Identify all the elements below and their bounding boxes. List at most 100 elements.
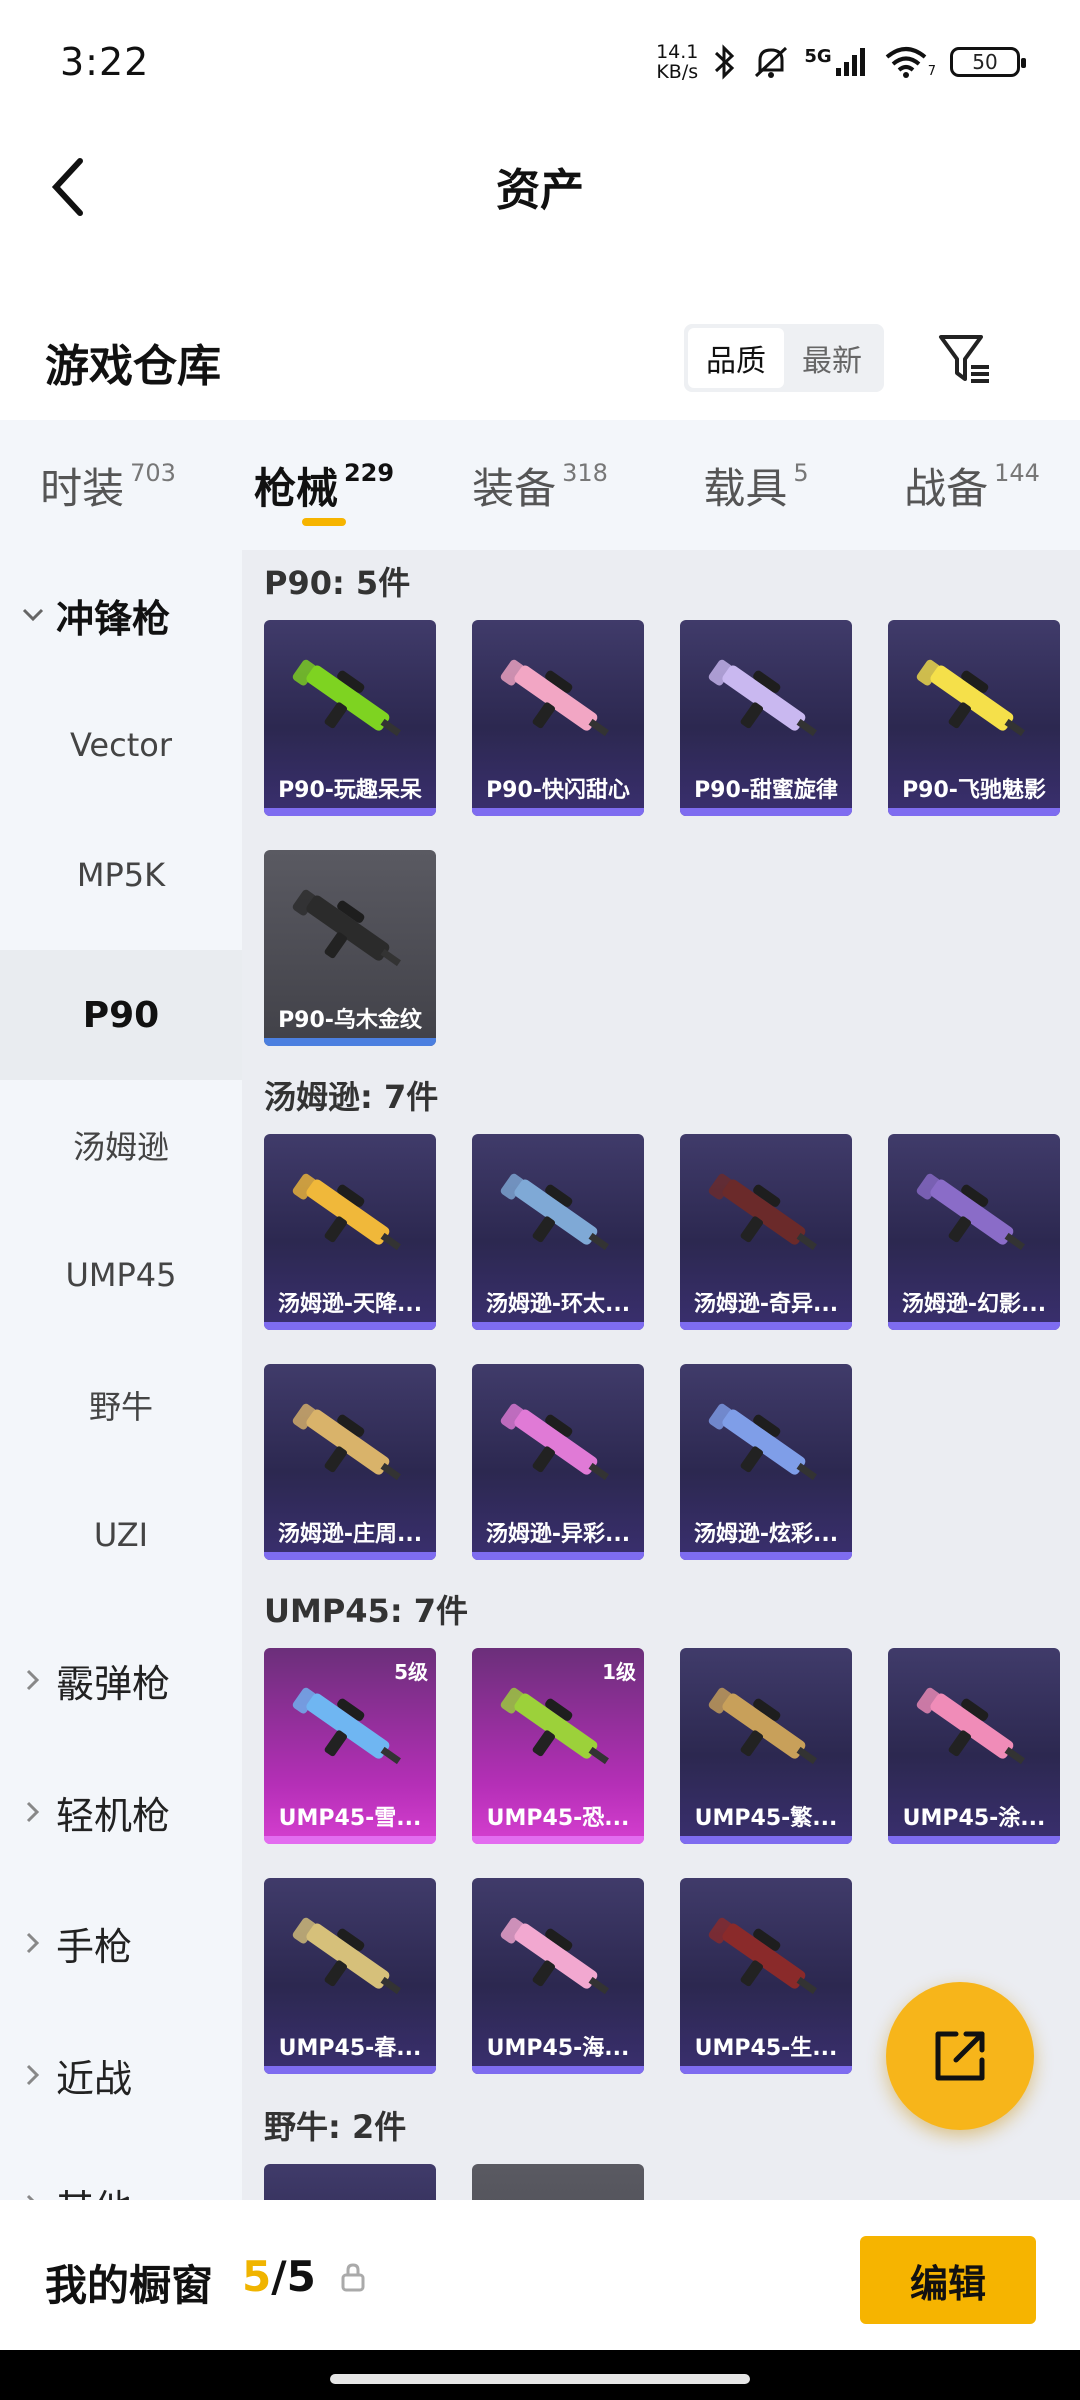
sidebar-category-melee[interactable]: 近战 (0, 2010, 242, 2140)
level-badge: 1级 (602, 1660, 636, 1684)
share-button[interactable] (886, 1982, 1034, 2130)
skin-name: UMP45-繁... (694, 1806, 838, 1831)
tab-tactical[interactable]: 战备 144 (864, 420, 1080, 550)
sidebar-category-lmg[interactable]: 轻机枪 (0, 1747, 242, 1877)
signal-icon: 5G (804, 46, 869, 78)
skin-name: P90-乌木金纹 (278, 1008, 422, 1033)
skin-name: 汤姆逊-环太... (485, 1292, 631, 1317)
sidebar-item-vector[interactable]: Vector (0, 680, 242, 810)
sidebar-item-mp5k[interactable]: MP5K (0, 810, 242, 940)
rarity-strip (264, 2066, 436, 2074)
sort-quality-option[interactable]: 品质 (688, 328, 784, 388)
weapon-skin-icon (916, 659, 1025, 737)
skin-card[interactable]: 汤姆逊-炫彩... (680, 1364, 852, 1560)
home-gesture-handle[interactable] (330, 2374, 750, 2384)
skin-card[interactable]: P90-快闪甜心 (472, 620, 644, 816)
weapon-skin-icon (500, 1917, 609, 1995)
net-speed: 14.1 KB/s (656, 41, 699, 83)
tab-vehicles[interactable]: 载具 5 (648, 420, 864, 550)
skin-card[interactable]: 汤姆逊-异彩... (472, 1364, 644, 1560)
page-title: 资产 (496, 165, 584, 216)
battery-icon: 50 (950, 47, 1026, 77)
skin-card[interactable]: 汤姆逊-奇异... (680, 1134, 852, 1330)
sidebar-category-shotgun[interactable]: 霰弹枪 (0, 1615, 242, 1745)
weapon-skin-icon (500, 1687, 609, 1765)
wifi-icon: 7 (884, 45, 936, 79)
weapon-skin-icon (916, 1173, 1025, 1251)
weapon-skin-icon (292, 1687, 401, 1765)
skin-card[interactable]: P90-甜蜜旋律 (680, 620, 852, 816)
status-icons: 14.1 KB/s 5G 7 50 (656, 38, 1026, 86)
rarity-strip (264, 808, 436, 816)
section-title-p90: P90: 5件 (264, 564, 411, 602)
chevron-right-icon (18, 2193, 48, 2200)
weapon-skin-icon (708, 1403, 817, 1481)
sidebar-category-pistol[interactable]: 手枪 (0, 1878, 242, 2008)
skin-card[interactable]: 1级 UMP45-恐... (472, 1648, 644, 1844)
sidebar-item-thompson[interactable]: 汤姆逊 (0, 1080, 242, 1210)
skin-name: 汤姆逊-天降... (277, 1292, 423, 1317)
skin-card[interactable]: UMP45-春... (264, 1878, 436, 2074)
rarity-strip (888, 1836, 1060, 1844)
skin-card[interactable] (472, 2164, 644, 2200)
tab-firearms[interactable]: 枪械 229 (216, 420, 432, 550)
weapon-skin-icon (292, 659, 401, 737)
skin-card[interactable]: 汤姆逊-环太... (472, 1134, 644, 1330)
skin-card[interactable]: UMP45-生... (680, 1878, 852, 2074)
skin-grid-area[interactable]: P90: 5件 汤姆逊: 7件 UMP45: 7件 野牛: 2件 P90-玩趣呆… (242, 550, 1080, 2200)
sidebar-item-p90[interactable]: P90 (0, 950, 242, 1080)
weapon-skin-icon (708, 659, 817, 737)
weapon-skin-icon (708, 1687, 817, 1765)
skin-card[interactable]: UMP45-繁... (680, 1648, 852, 1844)
weapon-skin-icon (500, 1403, 609, 1481)
weapon-skin-icon (292, 1173, 401, 1251)
filter-button[interactable] (930, 324, 1000, 394)
rarity-strip (264, 1038, 436, 1046)
weapon-skin-icon (292, 1403, 401, 1481)
skin-card[interactable]: 汤姆逊-庄周... (264, 1364, 436, 1560)
bluetooth-icon (712, 44, 738, 80)
skin-card[interactable]: UMP45-海... (472, 1878, 644, 2074)
skin-card[interactable]: 汤姆逊-天降... (264, 1134, 436, 1330)
section-title-bizon: 野牛: 2件 (264, 2108, 407, 2146)
status-time: 3:22 (60, 40, 150, 84)
skin-name: 汤姆逊-异彩... (485, 1522, 631, 1547)
weapon-skin-icon (292, 889, 401, 967)
level-badge: 5级 (394, 1660, 428, 1684)
skin-name: 汤姆逊-庄周... (277, 1522, 423, 1547)
sidebar-item-uzi[interactable]: UZI (0, 1470, 242, 1600)
rarity-strip (888, 808, 1060, 816)
sort-toggle: 品质 最新 (684, 324, 884, 392)
edit-button[interactable]: 编辑 (860, 2236, 1036, 2324)
skin-name: P90-快闪甜心 (486, 778, 630, 803)
skin-card[interactable] (264, 2164, 436, 2200)
sidebar-item-ump45[interactable]: UMP45 (0, 1210, 242, 1340)
skin-name: UMP45-春... (278, 2036, 422, 2061)
rarity-strip (680, 1836, 852, 1844)
rarity-strip (472, 2066, 644, 2074)
skin-card[interactable]: 5级 UMP45-雪... (264, 1648, 436, 1844)
sidebar-category-smg[interactable]: 冲锋枪 (0, 550, 242, 680)
tab-fashion[interactable]: 时装 703 (0, 420, 216, 550)
skin-card[interactable]: P90-乌木金纹 (264, 850, 436, 1046)
rarity-strip (264, 1552, 436, 1560)
sidebar-item-bizon[interactable]: 野牛 (0, 1340, 242, 1470)
skin-card[interactable]: 汤姆逊-幻影... (888, 1134, 1060, 1330)
weapon-skin-icon (708, 1173, 817, 1251)
skin-card[interactable]: P90-飞驰魅影 (888, 620, 1060, 816)
chevron-right-icon (18, 2063, 48, 2087)
skin-card[interactable]: P90-玩趣呆呆 (264, 620, 436, 816)
chevron-right-icon (18, 1668, 48, 1692)
skin-card[interactable]: UMP45-涂... (888, 1648, 1060, 1844)
rarity-strip (472, 808, 644, 816)
rarity-strip (472, 1552, 644, 1560)
weapon-skin-icon (500, 659, 609, 737)
skin-name: P90-玩趣呆呆 (278, 778, 422, 803)
sort-newest-option[interactable]: 最新 (784, 328, 880, 388)
tab-equipment[interactable]: 装备 318 (432, 420, 648, 550)
weapon-skin-icon (916, 1687, 1025, 1765)
showcase-label: 我的橱窗 (45, 2261, 214, 2310)
chevron-down-icon (18, 607, 48, 623)
sidebar-category-other[interactable]: 其他 (0, 2140, 242, 2200)
weapon-sidebar: 冲锋枪 Vector MP5K P90 汤姆逊 UMP45 野牛 UZI 霰弹枪… (0, 550, 242, 2200)
